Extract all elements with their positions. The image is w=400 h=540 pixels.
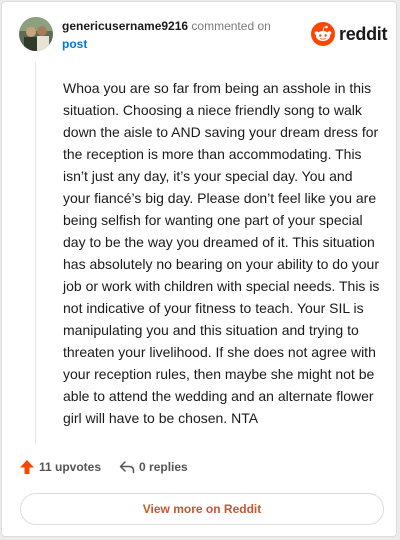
post-link[interactable]: post (62, 36, 302, 52)
action-text: commented on (191, 19, 271, 33)
thread-line[interactable] (35, 62, 36, 444)
reddit-snoo-icon (311, 22, 335, 46)
avatar[interactable] (19, 17, 53, 51)
comment-header: genericusername9216 commented on post (62, 18, 302, 52)
reply-count: 0 replies (139, 460, 188, 474)
logo-text: reddit (339, 23, 388, 44)
comment-actions: 11 upvotes 0 replies (19, 459, 188, 475)
reply-arrow-icon (119, 461, 135, 474)
comment-embed-card: genericusername9216 commented on post re… (1, 1, 397, 537)
upvote-button[interactable]: 11 upvotes (19, 459, 101, 475)
username[interactable]: genericusername9216 (62, 19, 188, 33)
view-more-button[interactable]: View more on Reddit (20, 493, 384, 525)
upvote-arrow-icon (20, 460, 34, 474)
reddit-logo[interactable]: reddit (311, 22, 388, 46)
upvote-count: 11 upvotes (39, 460, 102, 474)
reply-button[interactable]: 0 replies (119, 459, 188, 475)
comment-body: Whoa you are so far from being an asshol… (63, 80, 380, 426)
